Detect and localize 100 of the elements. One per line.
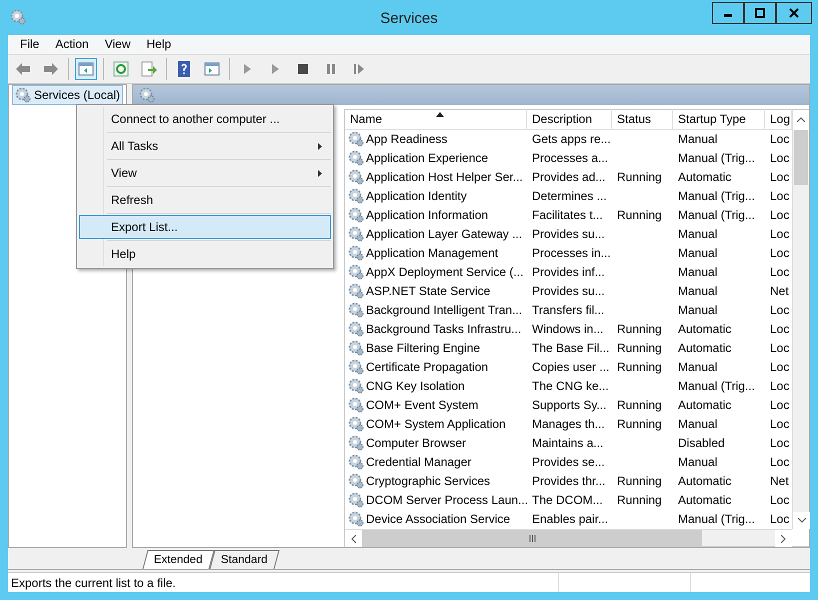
- minimize-button[interactable]: [712, 2, 744, 24]
- table-cell-text: The CNG ke...: [531, 378, 610, 396]
- table-cell-text: Processes in...: [531, 245, 612, 262]
- service-row[interactable]: DCOM Server Process Laun...: [345, 491, 527, 510]
- gear-icon: [348, 283, 364, 300]
- scroll-thumb[interactable]: [794, 130, 808, 185]
- menu-item[interactable]: Connect to another computer ...: [79, 107, 331, 131]
- gear-icon: [348, 492, 364, 508]
- table-cell-text: Loc: [769, 416, 790, 434]
- help-icon: [176, 60, 192, 77]
- menu-item[interactable]: View: [79, 161, 331, 185]
- gear-icon: [348, 397, 364, 414]
- service-row[interactable]: Application Management: [345, 244, 527, 262]
- column-header[interactable]: Name: [345, 109, 527, 130]
- vertical-scrollbar[interactable]: [792, 130, 809, 530]
- scroll-left-button[interactable]: [345, 530, 362, 548]
- table-cell-text: Loc: [769, 492, 790, 510]
- service-row[interactable]: Background Intelligent Tran...: [345, 301, 527, 320]
- table-cell-text: Running: [616, 321, 663, 338]
- table-cell-text: Loc: [769, 340, 790, 358]
- tree-item[interactable]: Services (Local): [12, 84, 124, 105]
- table-cell-text: Manual (Trig...: [677, 188, 756, 206]
- table-cell-text: Provides inf...: [531, 264, 606, 282]
- table-cell-text: Loc: [769, 245, 790, 262]
- service-row[interactable]: Device Association Service: [345, 510, 527, 528]
- service-row[interactable]: Application Information: [345, 206, 527, 224]
- table-cell-text: Disabled: [677, 435, 726, 452]
- table-cell-text: Manual: [677, 283, 718, 300]
- scroll-right-button[interactable]: [775, 530, 792, 548]
- gear-icon: [348, 226, 364, 242]
- column-header[interactable]: Startup Type: [673, 109, 765, 130]
- table-cell-text: The Base Fil...: [531, 340, 610, 358]
- table-cell-text: Manual (Trig...: [677, 378, 756, 396]
- column-header[interactable]: Status: [612, 109, 673, 130]
- table-cell-text: Manual: [677, 264, 718, 282]
- service-row[interactable]: Background Tasks Infrastru...: [345, 320, 527, 338]
- service-row[interactable]: AppX Deployment Service (...: [345, 263, 527, 282]
- chevron-up-icon: [797, 117, 805, 122]
- table-cell-text: Running: [616, 473, 663, 490]
- chevron-left-icon: [351, 534, 356, 543]
- console-tree-button[interactable]: [75, 58, 97, 80]
- service-row[interactable]: Credential Manager: [345, 453, 527, 472]
- action-pane-icon: [204, 60, 220, 77]
- scroll-down-button[interactable]: [793, 512, 810, 530]
- table-cell-text: Manual: [677, 245, 718, 262]
- table-cell-text: Provides ad...: [531, 169, 606, 186]
- table-cell-text: Running: [616, 340, 663, 358]
- gear-icon: [348, 302, 364, 318]
- service-row[interactable]: Application Layer Gateway ...: [345, 225, 527, 244]
- sort-arrow-icon: [436, 112, 444, 118]
- submenu-arrow-icon: [318, 142, 322, 150]
- gear-icon: [348, 378, 364, 394]
- menu-item[interactable]: View: [96, 35, 138, 54]
- table-cell-text: The DCOM...: [531, 492, 604, 510]
- service-row[interactable]: Application Identity: [345, 187, 527, 206]
- table-cell-text: Loc: [769, 226, 790, 244]
- gear-icon: [348, 340, 364, 356]
- menu-item[interactable]: All Tasks: [79, 134, 331, 158]
- table-cell-text: Running: [616, 492, 663, 510]
- view-tab[interactable]: Extended: [142, 550, 214, 570]
- table-cell-text: Running: [616, 207, 663, 224]
- table-cell-text: Loc: [769, 169, 790, 186]
- service-row[interactable]: Base Filtering Engine: [345, 339, 527, 358]
- table-cell-text: Manual (Trig...: [677, 511, 756, 528]
- menu-item[interactable]: Refresh: [79, 188, 331, 212]
- view-tab[interactable]: Standard: [209, 550, 279, 570]
- menu-item[interactable]: Export List...: [79, 215, 331, 239]
- chevron-down-icon: [798, 518, 806, 524]
- table-cell-text: Supports Sy...: [531, 397, 608, 414]
- table-cell-text: Manual: [677, 302, 718, 320]
- service-row[interactable]: COM+ System Application: [345, 415, 527, 434]
- service-row[interactable]: Application Experience: [345, 149, 527, 168]
- table-cell-text: Manual (Trig...: [677, 150, 756, 168]
- table-cell-text: Enables pair...: [531, 511, 610, 528]
- menu-item[interactable]: File: [12, 35, 48, 54]
- table-cell-text: Net: [769, 473, 790, 490]
- menu-item[interactable]: Action: [47, 35, 97, 54]
- table-cell-text: Manual: [677, 416, 718, 434]
- service-row[interactable]: COM+ Event System: [345, 396, 527, 414]
- grip-icon: [528, 534, 536, 542]
- service-row[interactable]: Application Host Helper Ser...: [345, 168, 527, 186]
- horizontal-scroll-thumb[interactable]: [362, 530, 702, 546]
- column-header[interactable]: Description: [527, 109, 612, 130]
- table-cell-text: Automatic: [677, 340, 732, 358]
- gear-icon: [348, 435, 364, 452]
- service-row[interactable]: ASP.NET State Service: [345, 282, 527, 300]
- service-row[interactable]: Cryptographic Services: [345, 472, 527, 490]
- service-row[interactable]: CNG Key Isolation: [345, 377, 527, 396]
- table-cell-text: Processes a...: [531, 150, 610, 168]
- table-cell-text: Loc: [769, 188, 790, 206]
- service-row[interactable]: App Readiness: [345, 130, 527, 148]
- maximize-button[interactable]: [744, 2, 776, 24]
- table-cell-text: Running: [616, 169, 663, 186]
- menu-item[interactable]: Help: [79, 242, 331, 266]
- close-button[interactable]: [776, 2, 812, 24]
- service-row[interactable]: Computer Browser: [345, 434, 527, 452]
- menu-item[interactable]: Help: [138, 35, 180, 54]
- service-row[interactable]: Certificate Propagation: [345, 358, 527, 376]
- gear-icon: [348, 416, 364, 432]
- table-cell-text: Determines ...: [531, 188, 608, 206]
